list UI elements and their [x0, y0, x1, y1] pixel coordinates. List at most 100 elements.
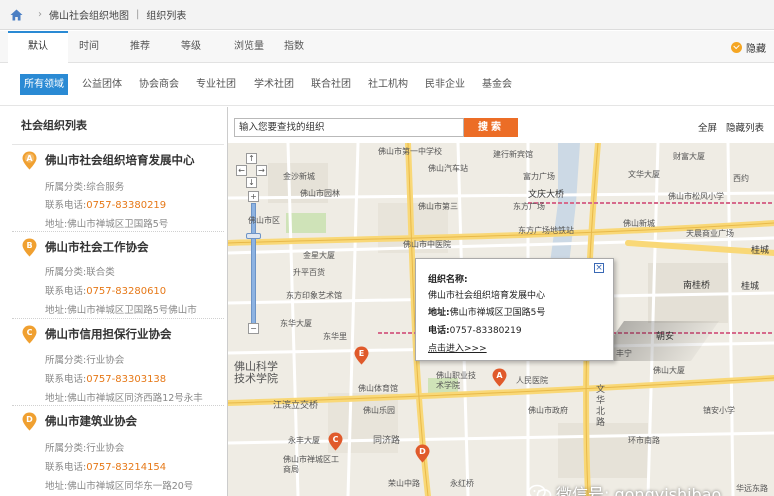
map-label: 金沙新城 [283, 172, 315, 181]
map-marker-e[interactable]: E [354, 346, 369, 365]
zoom-out-button[interactable]: − [248, 323, 259, 334]
pan-up-button[interactable]: ↑ [246, 153, 257, 164]
map-label: 佛山市政府 [528, 406, 568, 415]
svg-text:A: A [496, 371, 503, 380]
map-canvas[interactable]: ↑ ← → ↓ + − 佛山市第一中学校 建行新宾馆 财富大厦 金沙新城 佛山汽… [228, 143, 774, 496]
hide-toggle[interactable]: 隐藏 [731, 40, 766, 55]
category-bar: 所有领域 公益团体 协会商会 专业社团 学术社团 联合社团 社工机构 民非企业 … [0, 64, 774, 106]
marker-a-icon: A [22, 151, 37, 170]
org-list-item[interactable]: B 佛山市社会工作协会 所属分类:联合类 联系电话:0757-83280610 … [12, 233, 224, 319]
map-label: 天晨商业广场 [686, 229, 734, 238]
info-popup: × 组织名称: 佛山市社会组织培育发展中心 地址:佛山市禅城区卫国路5号 电话:… [415, 258, 614, 361]
category-federation[interactable]: 联合社团 [307, 74, 355, 95]
map-label: 东方广场地铁站 [518, 226, 574, 235]
category-all[interactable]: 所有领域 [20, 74, 68, 95]
org-category: 所属分类:联合类 [45, 267, 115, 278]
popup-name-label: 组织名称: [428, 275, 468, 285]
breadcrumb-map[interactable]: 佛山社会组织地图 [49, 7, 129, 22]
map-label: 东华里 [323, 332, 347, 341]
map-label: 升平百货 [293, 268, 325, 277]
map-label: 佛山体育馆 [358, 384, 398, 393]
search-button[interactable]: 搜索 [464, 118, 518, 137]
org-phone: 联系电话:0757-83380219 [45, 200, 167, 211]
org-list-panel: 社会组织列表 A 佛山市社会组织培育发展中心 所属分类:综合服务 联系电话:07… [12, 107, 224, 496]
marker-c-icon: C [22, 325, 37, 344]
org-list-title: 社会组织列表 [12, 107, 224, 145]
map-label: 佛山新城 [623, 219, 655, 228]
map-label: 东方印象艺术馆 [286, 291, 342, 300]
zoom-control: ↑ ← → ↓ + − [236, 145, 267, 335]
svg-text:D: D [419, 447, 426, 456]
org-phone: 联系电话:0757-83280610 [45, 286, 167, 297]
svg-text:C: C [27, 328, 33, 337]
map-marker-d[interactable]: D [415, 444, 430, 463]
org-address: 地址:佛山市禅城区同济西路12号永丰 [45, 393, 203, 404]
pan-down-button[interactable]: ↓ [246, 177, 257, 188]
hide-label: 隐藏 [746, 44, 766, 55]
sort-tab-level[interactable]: 等级 [161, 31, 221, 63]
svg-text:E: E [359, 349, 364, 358]
map-label: 文华大厦 [628, 170, 660, 179]
hide-list-link[interactable]: 隐藏列表 [726, 120, 764, 134]
map-label: 佛山市中医院 [403, 240, 451, 249]
map-label: 文华北路 [596, 385, 606, 428]
org-list-item[interactable]: C 佛山市信用担保行业协会 所属分类:行业协会 联系电话:0757-833031… [12, 320, 224, 406]
org-category: 所属分类:行业协会 [45, 355, 125, 366]
marker-b-icon: B [22, 238, 37, 257]
watermark: 微信号: gongyishibao [528, 481, 721, 496]
breadcrumb-separator: › [38, 9, 42, 20]
map-label: 永丰大厦 [288, 436, 320, 445]
category-social-work[interactable]: 社工机构 [364, 74, 412, 95]
org-name[interactable]: 佛山市社会工作协会 [45, 239, 149, 255]
check-circle-icon [731, 42, 742, 53]
svg-text:A: A [26, 154, 33, 163]
org-category: 所属分类:综合服务 [45, 182, 125, 193]
map-label: 财富大厦 [673, 152, 705, 161]
map-label: 人民医院 [516, 376, 548, 385]
map-label: 佛山市禅城区工商局 [283, 455, 339, 474]
org-name[interactable]: 佛山市社会组织培育发展中心 [45, 152, 195, 168]
category-associations[interactable]: 协会商会 [135, 74, 183, 95]
pan-left-button[interactable]: ← [236, 165, 247, 176]
org-name[interactable]: 佛山市信用担保行业协会 [45, 326, 172, 342]
pan-right-button[interactable]: → [256, 165, 267, 176]
zoom-slider-handle[interactable] [246, 233, 261, 239]
map-label: 同济路 [373, 436, 401, 446]
map-label: 东华大厦 [280, 319, 312, 328]
popup-phone: 电话:0757-83380219 [428, 326, 522, 336]
breadcrumb-separator: | [136, 9, 140, 20]
org-address: 地址:佛山市禅城区同华东一路20号 [45, 481, 194, 492]
category-foundation[interactable]: 基金会 [478, 74, 516, 95]
map-label: 江滨立交桥 [273, 401, 319, 411]
close-icon[interactable]: × [594, 263, 604, 273]
category-academic[interactable]: 学术社团 [250, 74, 298, 95]
map-label: 桂城 [741, 282, 760, 292]
org-list-item[interactable]: A 佛山市社会组织培育发展中心 所属分类:综合服务 联系电话:0757-8338… [12, 146, 224, 232]
map-label: 佛山市园林 [300, 189, 340, 198]
zoom-in-button[interactable]: + [248, 191, 259, 202]
sort-tab-index[interactable]: 指数 [264, 31, 324, 63]
map-label: 华远东路 [736, 484, 768, 493]
map-marker-a[interactable]: A [492, 368, 507, 387]
map-label: 东方广场 [513, 202, 545, 211]
category-public-welfare[interactable]: 公益团体 [78, 74, 126, 95]
org-name[interactable]: 佛山市建筑业协会 [45, 413, 137, 429]
map-marker-c[interactable]: C [328, 432, 343, 451]
popup-name: 佛山市社会组织培育发展中心 [428, 291, 546, 301]
popup-enter-link[interactable]: 点击进入>>> [428, 341, 487, 354]
fullscreen-link[interactable]: 全屏 [698, 120, 717, 134]
org-address: 地址:佛山市禅城区卫国路5号 [45, 219, 169, 230]
map-label: 佛山科学技术学院 [234, 360, 278, 385]
org-list-item[interactable]: D 佛山市建筑业协会 所属分类:行业协会 联系电话:0757-83214154 … [12, 407, 224, 493]
map-label: 荣山中路 [388, 479, 420, 488]
marker-d-icon: D [22, 412, 37, 431]
home-icon[interactable] [10, 9, 23, 21]
map-label: 佛山汽车站 [428, 164, 468, 173]
search-input[interactable]: 输入您要查找的组织 [234, 118, 464, 137]
map-panel: 输入您要查找的组织 搜索 全屏 隐藏列表 ↑ ← → ↓ + − 佛山市第一中学… [227, 107, 774, 496]
category-professional[interactable]: 专业社团 [192, 74, 240, 95]
map-label: 佛山职业技术学院 [436, 371, 476, 390]
map-label: 佛山乐园 [363, 406, 395, 415]
watermark-text: 微信号: gongyishibao [556, 485, 722, 496]
category-non-profit[interactable]: 民非企业 [421, 74, 469, 95]
